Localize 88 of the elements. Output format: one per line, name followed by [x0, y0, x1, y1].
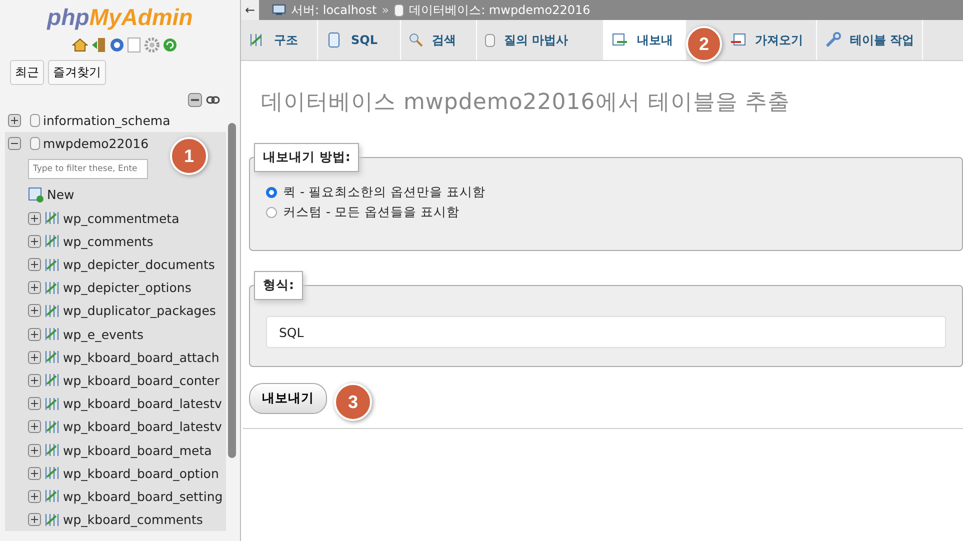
table-icon[interactable]	[44, 372, 60, 388]
sidebar-button[interactable]: 즐겨찾기	[48, 60, 106, 85]
expander-icon[interactable]	[28, 304, 41, 318]
expander-icon[interactable]	[28, 328, 41, 341]
tab[interactable]: SQL	[318, 20, 401, 60]
home-icon[interactable]	[72, 37, 88, 53]
export-button[interactable]: 내보내기	[249, 383, 327, 414]
tab[interactable]: 검색	[401, 20, 477, 60]
breadcrumb-separator: »	[382, 3, 390, 17]
panel-legend: 형식:	[254, 271, 303, 300]
database-icon	[485, 34, 495, 46]
expander-icon[interactable]	[28, 281, 41, 294]
table-name[interactable]: wp_commentmeta	[63, 210, 180, 226]
table-name[interactable]: wp_kboard_board_attach	[63, 350, 220, 365]
expander-icon[interactable]	[28, 513, 41, 526]
page-heading: 데이터베이스 mwpdemo22016에서 테이블을 추출	[261, 89, 792, 117]
table-icon[interactable]	[44, 326, 60, 342]
radio-label[interactable]: 퀵 - 필요최소한의 옵션만을 표시함	[283, 184, 486, 200]
radio-button[interactable]	[266, 186, 277, 198]
table-name[interactable]: wp_duplicator_packages	[63, 303, 216, 318]
expander-icon[interactable]	[28, 466, 41, 480]
table-icon[interactable]	[44, 442, 60, 458]
exit-door-icon[interactable]	[90, 37, 106, 53]
radio-label[interactable]: 커스텀 - 모든 옵션들을 표시함	[283, 204, 460, 220]
search-icon	[409, 33, 423, 47]
expander-icon[interactable]	[28, 374, 41, 387]
table-icon[interactable]	[44, 512, 60, 528]
filter-field[interactable]: Type to filter these, Ente	[28, 159, 148, 180]
tab[interactable]: 테이블 작업	[817, 20, 924, 60]
table-name[interactable]: wp_kboard_comments	[63, 512, 203, 528]
expander-icon[interactable]	[28, 420, 41, 434]
step-badge: 3	[334, 383, 372, 421]
table-name[interactable]: wp_depicter_options	[63, 280, 192, 296]
table-icon[interactable]	[44, 349, 60, 366]
table-icon[interactable]	[44, 256, 60, 273]
radio-button[interactable]	[266, 206, 277, 218]
table-icon[interactable]	[44, 210, 60, 226]
table-icon[interactable]	[44, 465, 60, 482]
tab[interactable]: 구조	[241, 20, 318, 60]
table-name[interactable]: wp_kboard_board_latestv	[63, 396, 222, 412]
table-icon[interactable]	[44, 418, 60, 435]
step-badge: 2	[686, 26, 722, 62]
export-icon	[612, 33, 628, 47]
tab[interactable]: 내보내	[604, 20, 686, 60]
expander-icon[interactable]	[8, 137, 21, 150]
scrollbar-thumb[interactable]	[228, 123, 236, 458]
database-icon	[30, 137, 40, 150]
link-icon[interactable]	[206, 96, 220, 104]
expander-icon[interactable]	[28, 350, 41, 364]
database-link[interactable]: 데이터베이스: mwpdemo22016	[409, 2, 590, 18]
table-icon[interactable]	[44, 233, 60, 250]
table-name[interactable]: wp_e_events	[63, 326, 144, 342]
reload-icon[interactable]	[162, 38, 176, 52]
table-name[interactable]: wp_kboard_board_latestv	[63, 419, 222, 434]
table-name[interactable]: wp_kboard_board_meta	[63, 442, 212, 458]
expander-icon[interactable]	[28, 397, 41, 410]
database-icon	[30, 114, 40, 128]
settings-icon[interactable]	[144, 37, 160, 53]
expander-icon[interactable]	[28, 212, 41, 225]
table-icon[interactable]	[44, 488, 60, 504]
panel-legend: 내보내기 방법:	[254, 143, 360, 172]
table-icon[interactable]	[44, 302, 60, 319]
table-name[interactable]: wp_kboard_board_setting	[63, 488, 223, 504]
server-icon	[272, 4, 286, 16]
document-icon[interactable]	[126, 37, 140, 53]
table-name[interactable]: wp_kboard_board_conter	[63, 372, 220, 388]
wrench-icon	[825, 32, 841, 48]
expander-icon[interactable]	[28, 234, 41, 248]
expander-icon[interactable]	[28, 490, 41, 503]
expander-icon[interactable]	[28, 444, 41, 457]
collapse-all-icon[interactable]	[188, 93, 202, 107]
table-icon[interactable]	[44, 396, 60, 412]
new-table-icon[interactable]	[28, 186, 44, 203]
format-dropdown[interactable]: SQL	[266, 316, 946, 348]
logo: phpMyAdmin	[46, 3, 194, 32]
server-link[interactable]: 서버: localhost	[291, 2, 377, 18]
database-icon	[394, 4, 404, 16]
table-icon[interactable]	[44, 280, 60, 296]
new-link[interactable]: New	[47, 187, 74, 202]
import-icon	[730, 33, 746, 47]
table-name[interactable]: wp_depicter_documents	[63, 257, 215, 272]
table-name[interactable]: wp_kboard_board_option	[63, 466, 219, 481]
table-name[interactable]: wp_comments	[63, 234, 154, 249]
expander-icon[interactable]	[28, 258, 41, 272]
database-name[interactable]: information_schema	[43, 113, 170, 128]
tab[interactable]: 가져오기	[722, 20, 817, 60]
sidebar-button[interactable]: 최근	[10, 60, 44, 85]
expander-icon[interactable]	[8, 114, 21, 128]
